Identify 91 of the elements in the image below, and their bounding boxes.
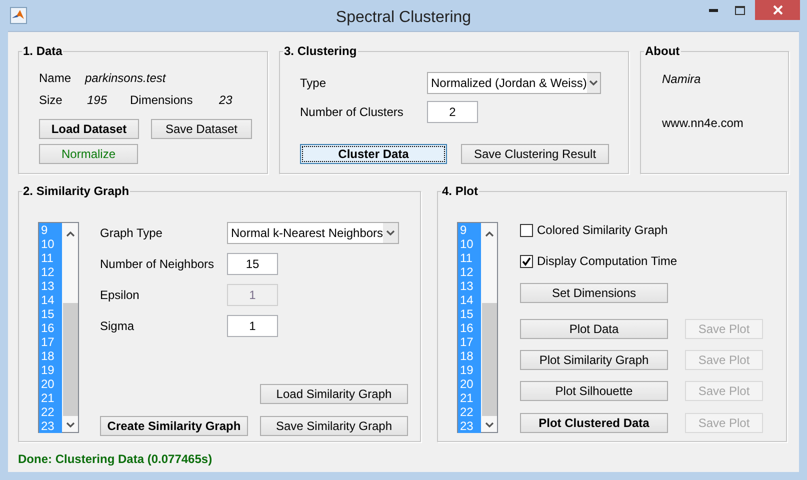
- list-item[interactable]: 13: [458, 279, 481, 293]
- field-label: Epsilon: [100, 287, 140, 304]
- field-label: Sigma: [100, 318, 136, 335]
- close-icon: [772, 5, 782, 15]
- list-item[interactable]: 11: [39, 251, 62, 265]
- scrollbar[interactable]: [62, 223, 78, 432]
- maximize-icon: [735, 6, 745, 14]
- field-value: parkinsons.test: [85, 70, 166, 87]
- list-item[interactable]: 14: [39, 293, 62, 307]
- list-item[interactable]: 19: [39, 363, 62, 377]
- list-item[interactable]: 10: [39, 237, 62, 251]
- field-label: Size: [39, 92, 64, 109]
- field-value: 195: [87, 92, 108, 109]
- app-icon: [10, 7, 27, 24]
- save-dataset-button[interactable]: Save Dataset: [151, 119, 252, 139]
- field-label: Graph Type: [100, 225, 164, 242]
- list-item[interactable]: 16: [458, 321, 481, 335]
- window-title: Spectral Clustering: [334, 8, 472, 28]
- save-graph-button[interactable]: Save Similarity Graph: [260, 416, 408, 436]
- list-item[interactable]: 20: [39, 377, 62, 391]
- chevron-down-icon: [383, 223, 398, 243]
- close-button[interactable]: [755, 0, 800, 20]
- list-item[interactable]: 18: [39, 349, 62, 363]
- list-item[interactable]: 22: [458, 405, 481, 419]
- dropdown[interactable]: Normal k-Nearest Neighbors: [227, 222, 399, 244]
- list-item[interactable]: 17: [39, 335, 62, 349]
- field-label: Name: [39, 70, 72, 87]
- set-dimensions-button[interactable]: Set Dimensions: [520, 283, 668, 303]
- list-item[interactable]: 16: [39, 321, 62, 335]
- field-label: Number of Neighbors: [100, 256, 216, 273]
- load-dataset-button[interactable]: Load Dataset: [39, 119, 139, 139]
- checkbox[interactable]: Display Computation Time: [520, 253, 763, 269]
- chevron-down-icon: [484, 422, 494, 428]
- list-item[interactable]: 10: [458, 237, 481, 251]
- plot-button[interactable]: Plot Clustered Data: [520, 413, 668, 433]
- dropdown[interactable]: Normalized (Jordan & Weiss): [427, 72, 601, 94]
- website-text: www.nn4e.com: [662, 115, 744, 132]
- checkbox-box[interactable]: [520, 224, 533, 236]
- list-item[interactable]: 15: [458, 307, 481, 321]
- list-item[interactable]: 9: [39, 223, 62, 237]
- list-item[interactable]: 12: [458, 265, 481, 279]
- panel-title: About: [644, 44, 681, 58]
- checkmark-icon: [522, 256, 531, 266]
- list-item[interactable]: 17: [458, 335, 481, 349]
- list-item[interactable]: 22: [39, 405, 62, 419]
- list-item[interactable]: 14: [458, 293, 481, 307]
- scrollbar-thumb[interactable]: [62, 303, 78, 416]
- list-box[interactable]: 9 10 11 12 13 14 15 16 17 18 19 20 21 22 23: [38, 222, 79, 433]
- panel-title: 3. Clustering: [283, 44, 358, 58]
- load-graph-button[interactable]: Load Similarity Graph: [260, 384, 408, 404]
- status-text: Done: Clustering Data (0.077465s): [18, 451, 214, 468]
- text-field[interactable]: 1: [227, 315, 278, 337]
- list-item[interactable]: 15: [39, 307, 62, 321]
- minimize-icon: [708, 8, 718, 12]
- list-item[interactable]: 23: [39, 419, 62, 433]
- chevron-down-icon: [66, 422, 74, 428]
- chevron-down-icon: [586, 73, 600, 93]
- checkbox[interactable]: Colored Similarity Graph: [520, 222, 763, 238]
- panel-title: 4. Plot: [441, 184, 480, 198]
- plot-button[interactable]: Plot Similarity Graph: [520, 350, 668, 370]
- text-field[interactable]: 2: [427, 101, 478, 123]
- field-value: 23: [219, 92, 232, 109]
- chevron-up-icon: [484, 231, 494, 237]
- save-result-button[interactable]: Save Clustering Result: [461, 144, 609, 164]
- list-item[interactable]: 18: [458, 349, 481, 363]
- normalize-button[interactable]: Normalize: [39, 144, 138, 164]
- checkbox-box[interactable]: [520, 254, 533, 268]
- list-item[interactable]: 9: [458, 223, 481, 237]
- create-graph-button[interactable]: Create Similarity Graph: [100, 416, 248, 436]
- list-item[interactable]: 19: [458, 363, 481, 377]
- scrollbar[interactable]: [481, 223, 497, 432]
- plot-button[interactable]: Plot Data: [520, 319, 668, 339]
- author-name: Namira: [662, 71, 702, 88]
- field-label: Type: [300, 75, 328, 92]
- list-item[interactable]: 23: [458, 419, 481, 433]
- list-item[interactable]: 21: [39, 391, 62, 405]
- list-item[interactable]: 12: [39, 265, 62, 279]
- text-field[interactable]: 15: [227, 253, 278, 275]
- list-item[interactable]: 11: [458, 251, 481, 265]
- field-label: Dimensions: [130, 92, 194, 109]
- panel-title: 1. Data: [22, 44, 64, 58]
- chevron-up-icon: [66, 231, 74, 237]
- panel-title: 2. Similarity Graph: [22, 184, 130, 198]
- plot-button[interactable]: Plot Silhouette: [520, 381, 668, 401]
- list-box[interactable]: 9 10 11 12 13 14 15 16 17 18 19 20 21 22 23: [457, 222, 498, 433]
- scrollbar-thumb[interactable]: [482, 303, 496, 416]
- list-item[interactable]: 13: [39, 279, 62, 293]
- list-item[interactable]: 21: [458, 391, 481, 405]
- list-item[interactable]: 20: [458, 377, 481, 391]
- cluster-data-button[interactable]: Cluster Data: [300, 144, 447, 164]
- field-label: Number of Clusters: [300, 104, 404, 121]
